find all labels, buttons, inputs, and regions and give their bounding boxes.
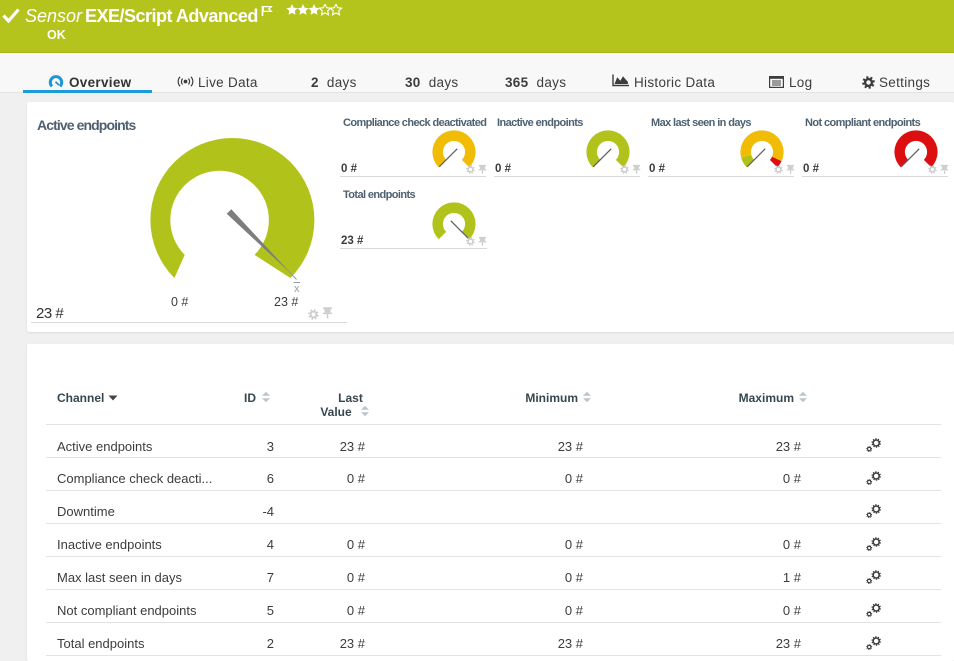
svg-text:x: x [294, 283, 300, 295]
